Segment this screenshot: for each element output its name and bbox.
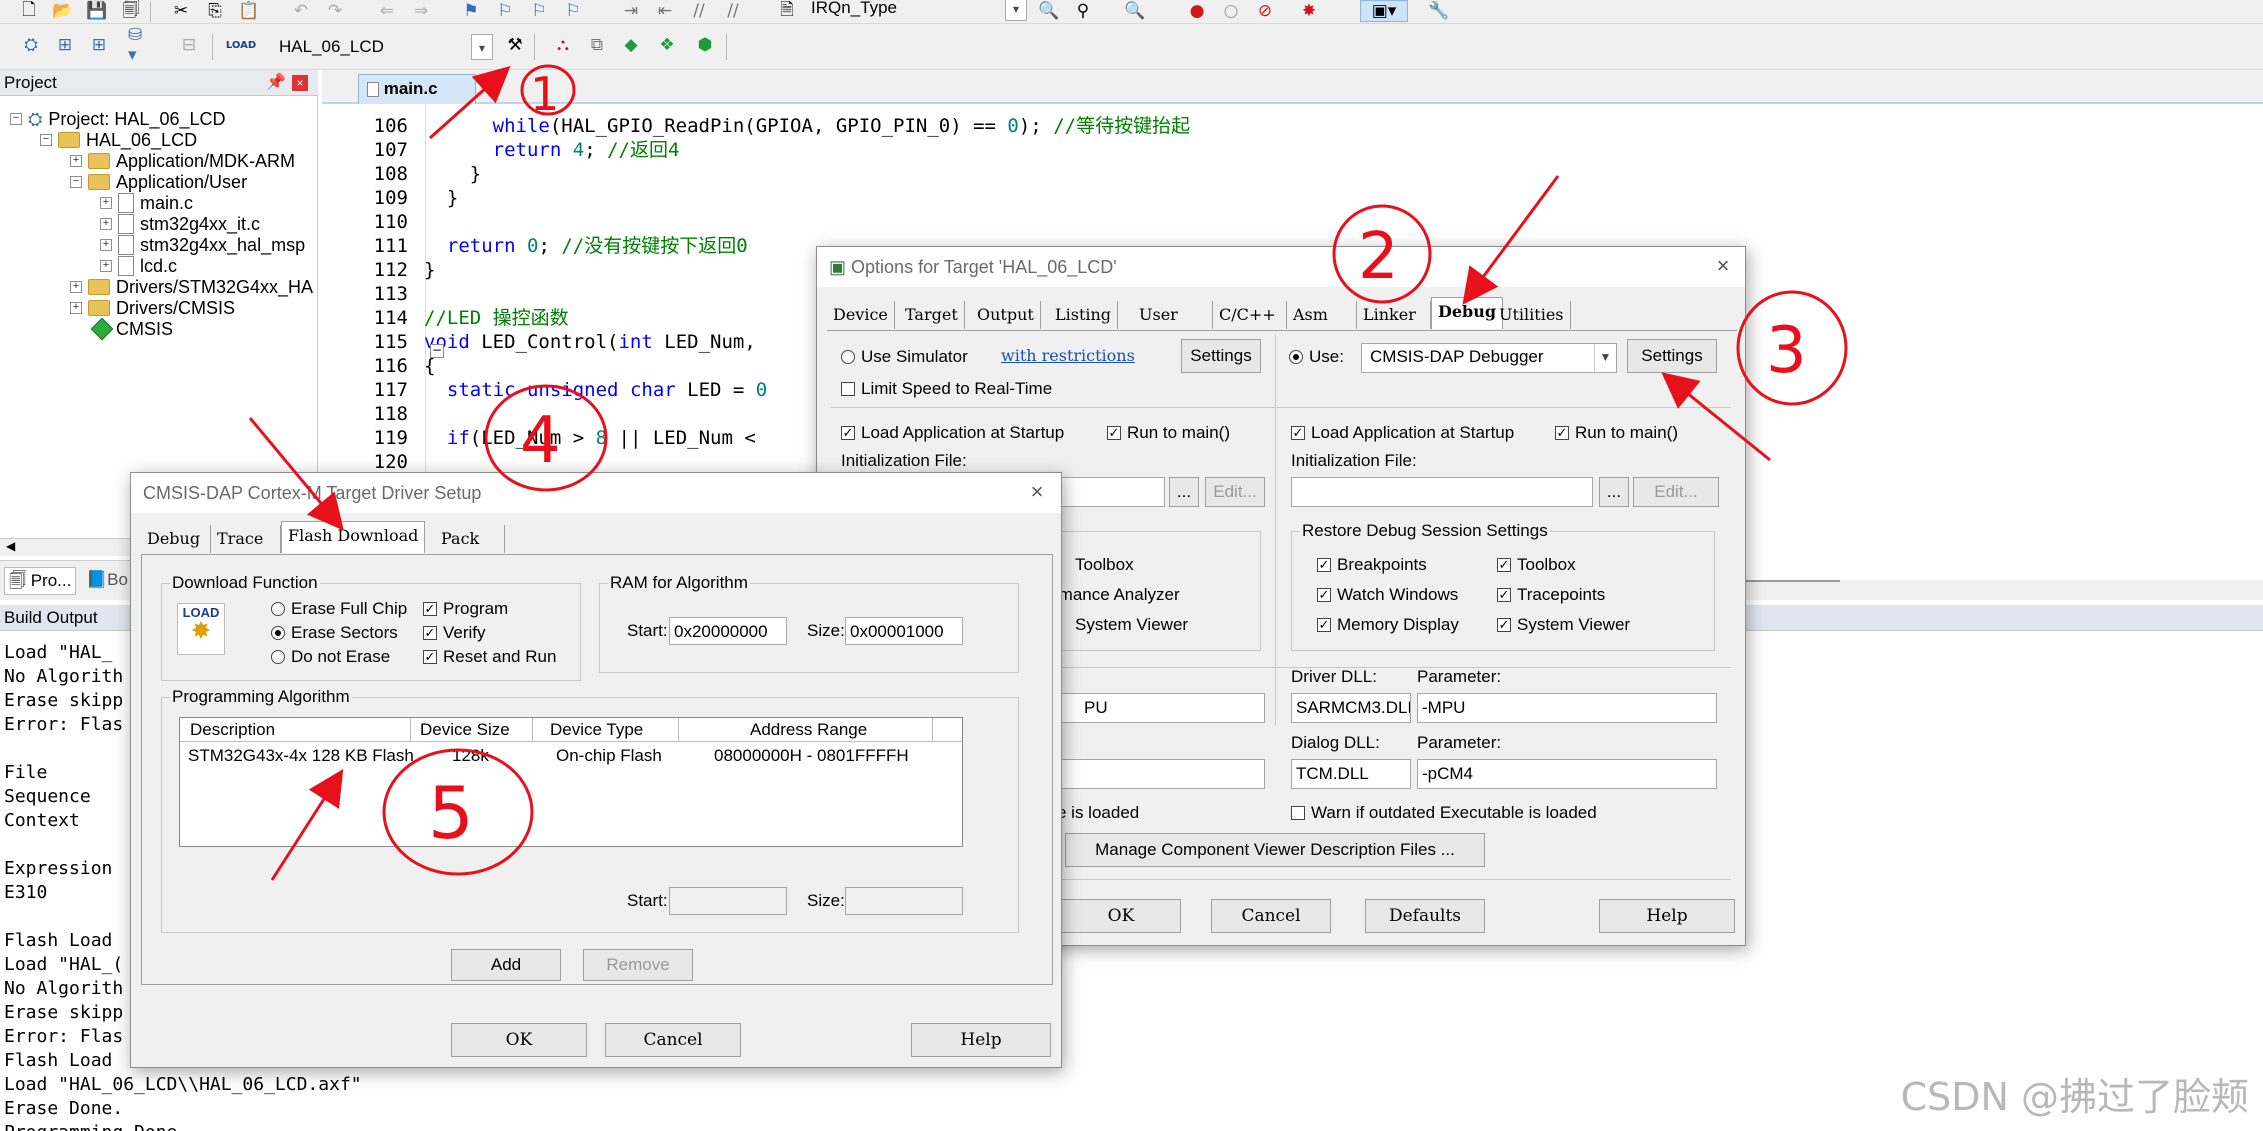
annotation-overlay: 1 2 3 4 5 bbox=[248, 64, 1848, 881]
annotation-label-1: 1 bbox=[530, 67, 559, 121]
annotation-label-5: 5 bbox=[428, 771, 474, 855]
annotation-arrow-4 bbox=[248, 417, 344, 531]
annotation-arrow-5 bbox=[270, 768, 344, 881]
watermark: CSDN @拂过了脸颊 bbox=[1900, 1075, 2249, 1119]
annotation-label-4: 4 bbox=[520, 404, 561, 478]
annotation-label-3: 3 bbox=[1766, 314, 1807, 388]
annotation-arrow-2 bbox=[1462, 175, 1560, 305]
annotation-label-2: 2 bbox=[1358, 220, 1399, 294]
annotation-arrow-1 bbox=[428, 65, 511, 140]
